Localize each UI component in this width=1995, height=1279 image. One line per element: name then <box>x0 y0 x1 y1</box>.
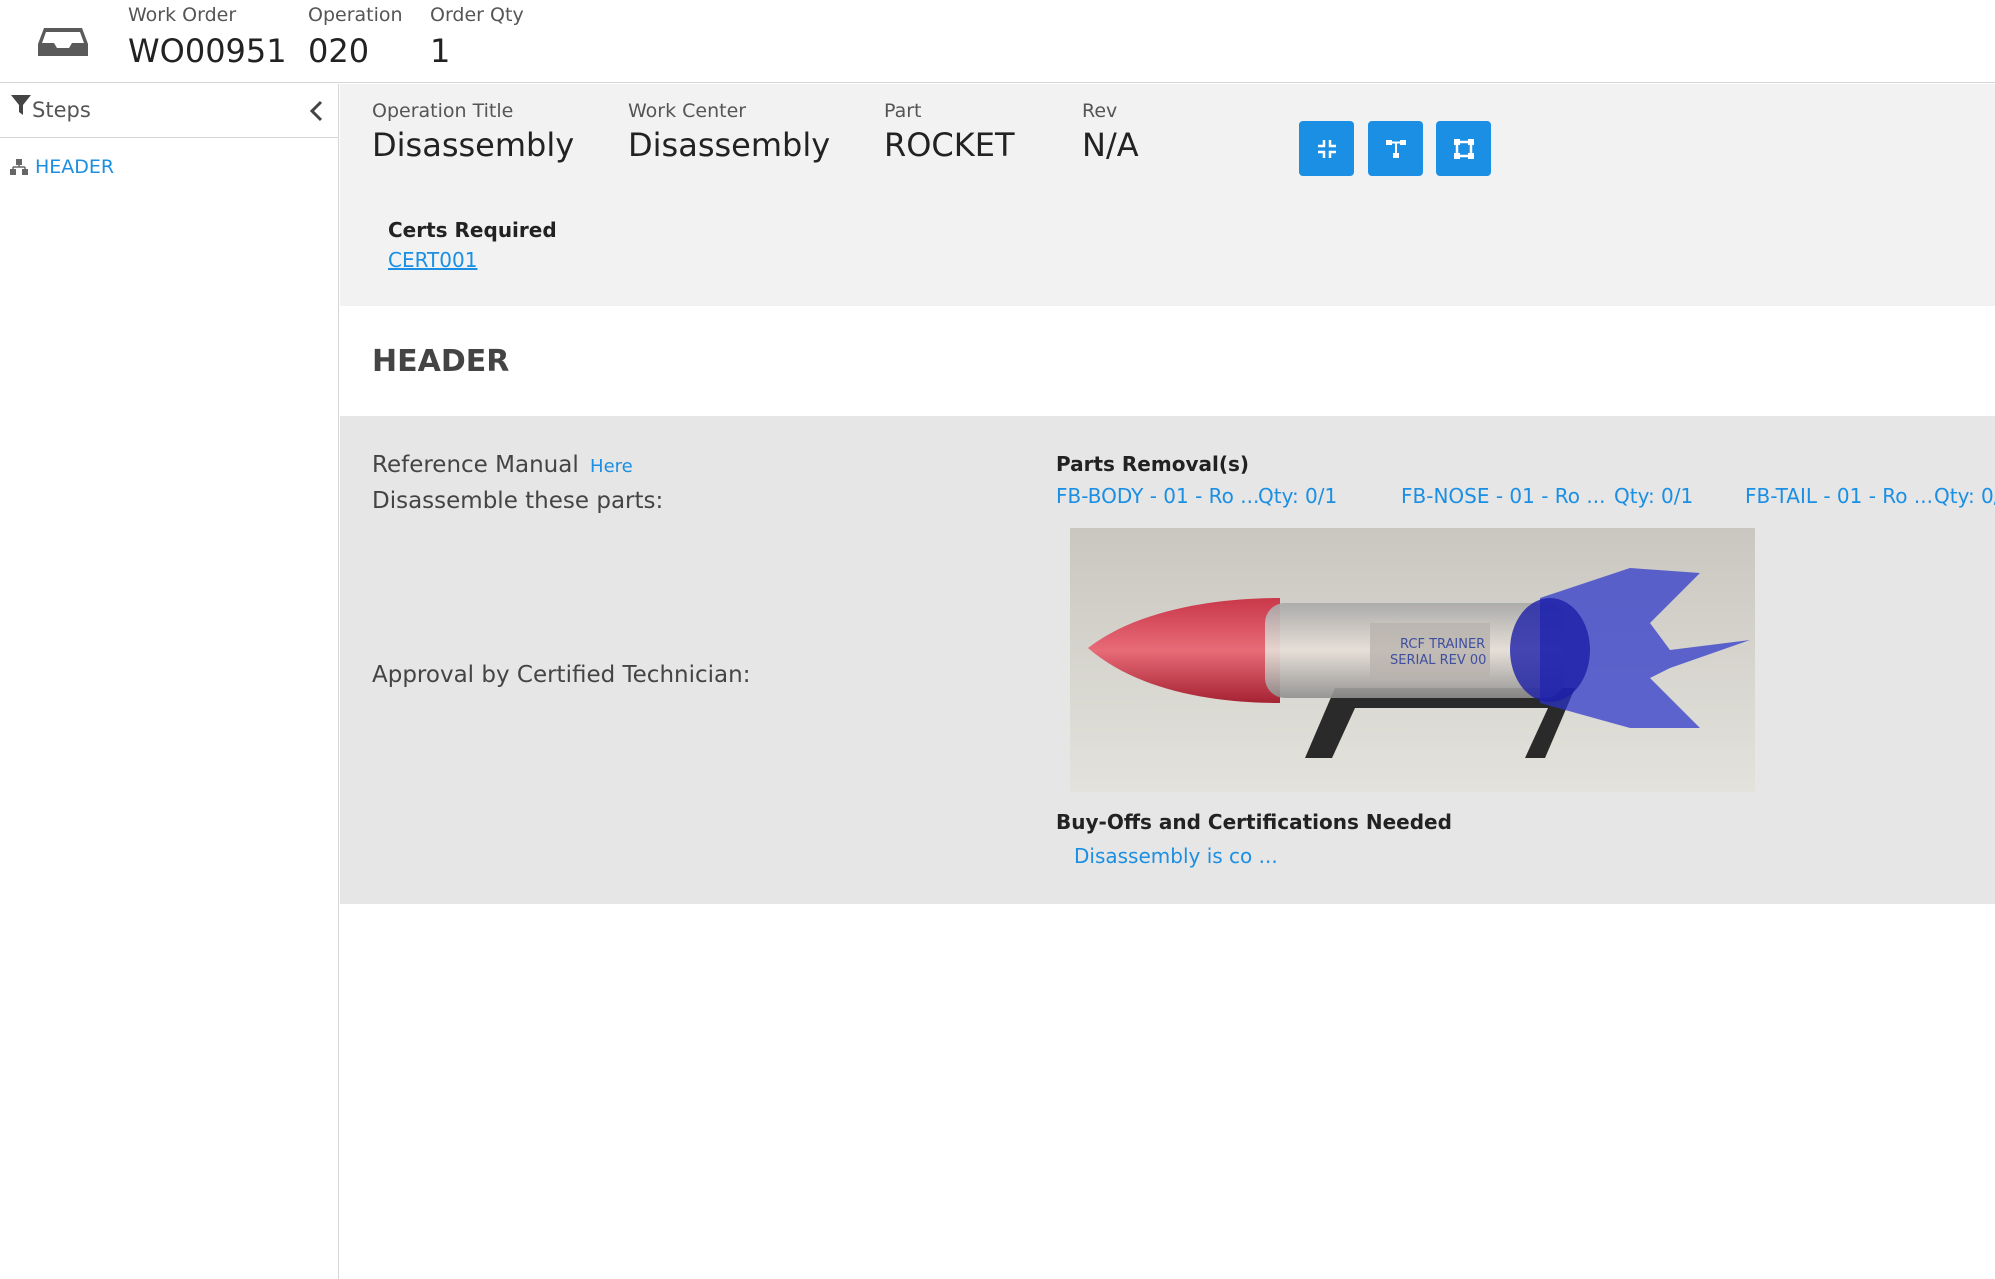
part-link-tail[interactable]: FB-TAIL - 01 - Ro ... <box>1745 484 1933 508</box>
section-title: HEADER <box>372 344 510 379</box>
operation-value: 020 <box>308 32 370 70</box>
filter-icon[interactable] <box>10 94 32 116</box>
work-center-label: Work Center <box>628 100 747 122</box>
network-button[interactable] <box>1368 121 1423 176</box>
reference-manual: Reference Manual Here <box>372 452 633 478</box>
top-bar: Work Order WO00951 Operation 020 Order Q… <box>0 0 1995 83</box>
order-qty-field: Order Qty 1 <box>430 4 524 70</box>
part-link-body[interactable]: FB-BODY - 01 - Ro ... <box>1056 484 1259 508</box>
svg-text:SERIAL REV 00: SERIAL REV 00 <box>1390 653 1486 668</box>
sidebar-title: Steps <box>32 98 91 122</box>
section-header: HEADER <box>340 306 1995 416</box>
rev-label: Rev <box>1082 100 1118 122</box>
part-value: ROCKET <box>884 126 1015 164</box>
order-qty-value: 1 <box>430 32 451 70</box>
work-order-label: Work Order <box>128 4 237 26</box>
expand-icon <box>1453 138 1474 159</box>
operation-field: Operation 020 <box>308 4 403 70</box>
sidebar-item-header[interactable]: HEADER <box>10 156 114 178</box>
part-qty-body: Qty: 0/1 <box>1258 484 1338 508</box>
work-center-value: Disassembly <box>628 126 831 164</box>
operation-title-field: Operation Title Disassembly <box>372 100 574 164</box>
work-order-value: WO00951 <box>128 32 287 70</box>
approval-text: Approval by Certified Technician: <box>372 662 751 688</box>
buyoffs-title: Buy-Offs and Certifications Needed <box>1056 810 1452 834</box>
reference-manual-label: Reference Manual <box>372 452 579 478</box>
inbox-icon <box>38 28 88 56</box>
parts-list: FB-BODY - 01 - Ro ... Qty: 0/1 FB-NOSE -… <box>1056 484 1995 512</box>
operation-title-label: Operation Title <box>372 100 514 122</box>
compress-button[interactable] <box>1299 121 1354 176</box>
operation-label: Operation <box>308 4 403 26</box>
chevron-left-icon[interactable] <box>308 100 326 122</box>
expand-button[interactable] <box>1436 121 1491 176</box>
work-order-field: Work Order WO00951 <box>128 4 287 70</box>
operation-title-value: Disassembly <box>372 126 575 164</box>
buyoff-link[interactable]: Disassembly is co ... <box>1074 844 1278 868</box>
steps-sidebar: Steps HEADER <box>0 84 339 1279</box>
rev-value: N/A <box>1082 126 1139 164</box>
work-center-field: Work Center Disassembly <box>628 100 830 164</box>
part-link-nose[interactable]: FB-NOSE - 01 - Ro ... <box>1401 484 1605 508</box>
sidebar-header: Steps <box>0 84 338 138</box>
network-icon <box>1385 139 1406 158</box>
cert-link[interactable]: CERT001 <box>388 248 477 272</box>
svg-text:RCF TRAINER: RCF TRAINER <box>1400 637 1485 652</box>
hierarchy-icon <box>10 159 28 175</box>
certs-required: Certs Required CERT001 <box>388 218 557 272</box>
part-label: Part <box>884 100 922 122</box>
compress-icon <box>1317 139 1336 158</box>
part-qty-nose: Qty: 0/1 <box>1614 484 1694 508</box>
rev-field: Rev N/A <box>1082 100 1139 164</box>
parts-removal-title: Parts Removal(s) <box>1056 452 1250 476</box>
rocket-image: RCF TRAINER SERIAL REV 00 <box>1070 528 1755 792</box>
sidebar-item-label: HEADER <box>35 156 115 178</box>
part-qty-tail: Qty: 0/ <box>1934 484 1995 508</box>
reference-manual-link[interactable]: Here <box>590 456 633 477</box>
step-content: Reference Manual Here Disassemble these … <box>340 416 1995 904</box>
operation-header: Operation Title Disassembly Work Center … <box>340 84 1995 306</box>
step-instruction: Disassemble these parts: <box>372 488 664 514</box>
part-field: Part ROCKET <box>884 100 1015 164</box>
order-qty-label: Order Qty <box>430 4 524 26</box>
certs-required-label: Certs Required <box>388 218 557 242</box>
